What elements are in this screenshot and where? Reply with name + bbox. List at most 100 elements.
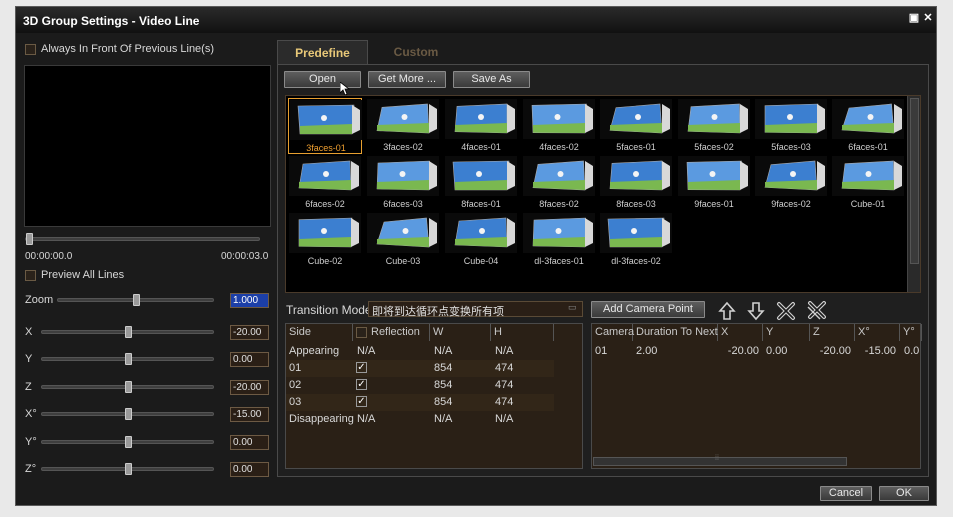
sides-table-row[interactable]: Appearing N/A N/A N/A <box>286 343 554 360</box>
param-value-input[interactable]: 0.00 <box>230 435 269 450</box>
camera-table-row[interactable]: 01 2.00 -20.00 0.00 -20.00 -15.00 0.0 <box>592 343 920 360</box>
param-slider-thumb[interactable] <box>133 294 140 306</box>
preset-item[interactable]: 9faces-02 <box>754 155 828 211</box>
camera-table-hscroll[interactable]: ⁞⁞ <box>593 455 847 466</box>
get-more-button[interactable]: Get More ... <box>368 71 446 88</box>
param-slider[interactable] <box>41 381 214 393</box>
preset-thumbnail <box>600 99 672 139</box>
preset-item[interactable]: 4faces-01 <box>444 98 518 154</box>
preset-item[interactable]: 5faces-02 <box>677 98 751 154</box>
sides-column-header[interactable]: W <box>430 324 491 341</box>
param-slider-thumb[interactable] <box>125 381 132 393</box>
preview-all-checkbox[interactable] <box>25 270 36 281</box>
sides-column-header[interactable]: Reflection <box>353 324 430 341</box>
param-slider-thumb[interactable] <box>125 408 132 420</box>
preset-thumbnail <box>289 213 361 253</box>
param-value-input[interactable]: -20.00 <box>230 325 269 340</box>
preset-item[interactable]: Cube-02 <box>288 212 362 268</box>
param-slider[interactable] <box>41 408 214 420</box>
reflection-all-checkbox[interactable] <box>356 327 367 338</box>
preset-thumbnail <box>445 99 517 139</box>
camera-column-header[interactable]: Y° <box>900 324 922 341</box>
restore-icon[interactable]: ▣ <box>908 12 920 24</box>
preset-gallery: 3faces-01 3faces-02 4faces-01 4faces-02 5fac… <box>285 95 921 293</box>
tab-predefine[interactable]: Predefine <box>277 40 368 64</box>
preset-label: Cube-03 <box>385 256 421 266</box>
preset-item[interactable]: 5faces-03 <box>754 98 828 154</box>
gallery-scroll-thumb[interactable] <box>910 98 919 264</box>
always-front-checkbox[interactable] <box>25 44 36 55</box>
param-slider-thumb[interactable] <box>125 436 132 448</box>
timeline-slider[interactable] <box>25 233 260 245</box>
camera-column-header[interactable]: Y <box>763 324 810 341</box>
ok-button[interactable]: OK <box>879 486 929 501</box>
camera-cell: -15.00 <box>864 345 896 357</box>
preset-item[interactable]: Cube-03 <box>366 212 440 268</box>
preset-thumbnail <box>600 156 672 196</box>
delete-icon[interactable] <box>776 301 796 321</box>
param-slider-thumb[interactable] <box>125 353 132 365</box>
camera-column-header[interactable]: Camera <box>592 324 634 341</box>
sides-table: Side Reflection W H Appearing N/A N/A N/A 01 ✓ 85… <box>285 323 583 469</box>
sides-table-row[interactable]: 03 ✓ 854 474 <box>286 394 554 411</box>
time-start: 00:00:00.0 <box>25 251 73 262</box>
preset-item[interactable]: 5faces-01 <box>599 98 673 154</box>
reflection-checkbox[interactable]: ✓ <box>356 379 367 390</box>
param-value-input[interactable]: 1.000 <box>230 293 269 308</box>
preset-item[interactable]: 3faces-01 <box>288 98 362 154</box>
preset-item[interactable]: Cube-01 <box>831 155 905 211</box>
camera-column-header[interactable]: Z <box>810 324 855 341</box>
preset-label: 3faces-02 <box>383 142 423 152</box>
close-icon[interactable]: ✕ <box>922 12 934 24</box>
param-slider[interactable] <box>41 436 214 448</box>
delete-all-icon[interactable] <box>806 301 826 321</box>
preset-item[interactable]: Cube-04 <box>444 212 518 268</box>
preset-item[interactable]: 9faces-01 <box>677 155 751 211</box>
preset-item[interactable]: 8faces-01 <box>444 155 518 211</box>
preset-item[interactable]: 4faces-02 <box>522 98 596 154</box>
save-as-button[interactable]: Save As <box>453 71 530 88</box>
param-value-input[interactable]: 0.00 <box>230 462 269 477</box>
camera-column-header[interactable]: X° <box>855 324 900 341</box>
timeline-thumb[interactable] <box>26 233 33 245</box>
move-up-icon[interactable] <box>717 301 737 321</box>
camera-column-header[interactable]: Duration To Next <box>633 324 718 341</box>
preset-item[interactable]: 3faces-02 <box>366 98 440 154</box>
sides-table-row[interactable]: Disappearing N/A N/A N/A <box>286 411 554 428</box>
preset-item[interactable]: dl-3faces-02 <box>599 212 673 268</box>
add-camera-point-button[interactable]: Add Camera Point <box>591 301 705 318</box>
preset-item[interactable]: 6faces-03 <box>366 155 440 211</box>
tab-custom[interactable]: Custom <box>371 40 461 64</box>
preset-thumbnail-art <box>376 160 437 191</box>
preset-label: 8faces-01 <box>461 199 501 209</box>
camera-column-header[interactable]: X <box>718 324 763 341</box>
preset-item[interactable]: dl-3faces-01 <box>522 212 596 268</box>
param-slider[interactable] <box>41 326 214 338</box>
preset-label: 9faces-01 <box>694 199 734 209</box>
param-value-input[interactable]: 0.00 <box>230 352 269 367</box>
sides-column-header[interactable]: Side <box>286 324 353 341</box>
gallery-scrollbar[interactable] <box>907 96 920 292</box>
param-value-input[interactable]: -20.00 <box>230 380 269 395</box>
cancel-button[interactable]: Cancel <box>820 486 872 501</box>
param-slider-thumb[interactable] <box>125 326 132 338</box>
sides-table-row[interactable]: 01 ✓ 854 474 <box>286 360 554 377</box>
preset-item[interactable]: 8faces-02 <box>522 155 596 211</box>
param-slider[interactable] <box>41 353 214 365</box>
sides-column-header[interactable]: H <box>491 324 554 341</box>
transition-mode-select[interactable]: 即将到达循环点变换所有项 ▭ <box>368 301 583 318</box>
param-slider[interactable] <box>57 294 214 306</box>
reflection-checkbox[interactable]: ✓ <box>356 396 367 407</box>
reflection-checkbox[interactable]: ✓ <box>356 362 367 373</box>
camera-cell: 0.00 <box>766 345 788 357</box>
preset-item[interactable]: 6faces-02 <box>288 155 362 211</box>
preset-item[interactable]: 6faces-01 <box>831 98 905 154</box>
move-down-icon[interactable] <box>746 301 766 321</box>
sides-table-row[interactable]: 02 ✓ 854 474 <box>286 377 554 394</box>
param-slider[interactable] <box>41 463 214 475</box>
side-cell: 01 <box>289 362 302 374</box>
param-value-input[interactable]: -15.00 <box>230 407 269 422</box>
preset-label: Cube-02 <box>307 256 343 266</box>
param-slider-thumb[interactable] <box>125 463 132 475</box>
preset-item[interactable]: 8faces-03 <box>599 155 673 211</box>
